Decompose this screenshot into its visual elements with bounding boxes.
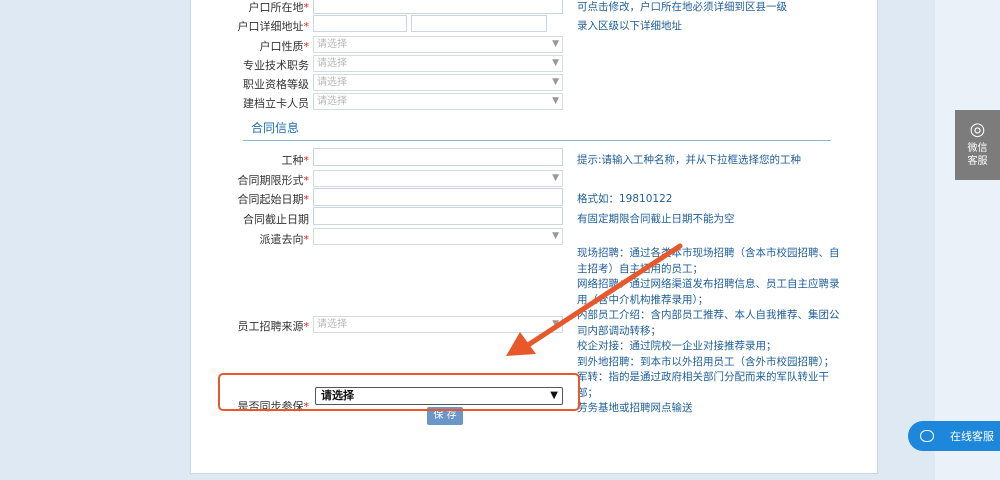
online-service-button[interactable]: 在线客服 [908,421,1000,451]
wechat-icon: ◎ [969,119,986,140]
wechat-label-2: 客服 [967,156,988,167]
wechat-service-widget[interactable]: ◎ 微信 客服 [955,110,1000,180]
annotation-arrow-icon [506,243,683,356]
online-service-label: 在线客服 [950,430,994,443]
chat-bubble-icon [920,430,934,442]
wechat-label-1: 微信 [967,143,988,154]
